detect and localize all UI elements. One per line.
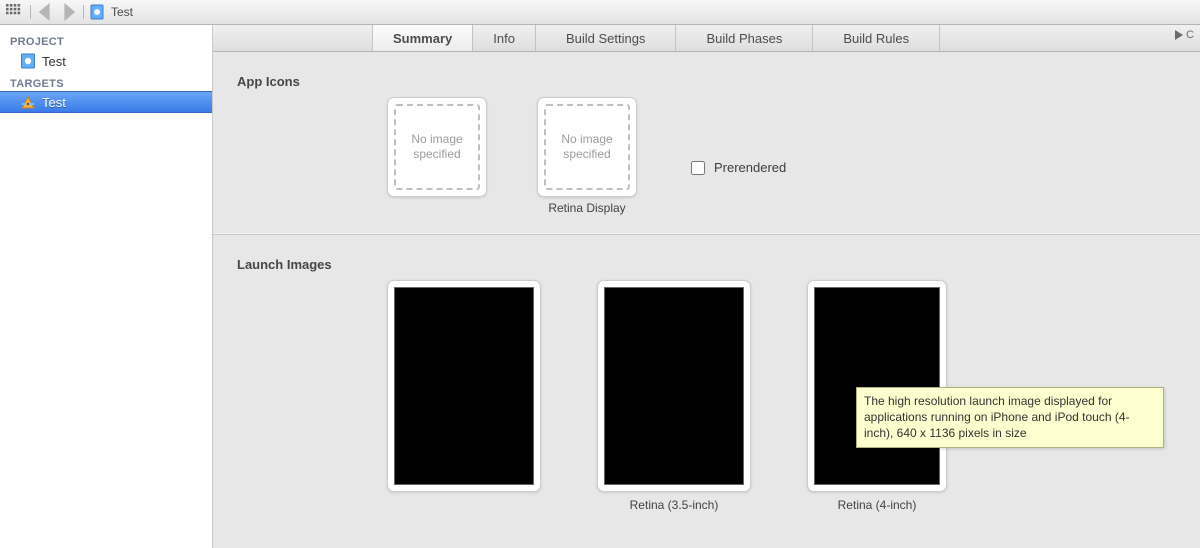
navigator-sidebar: PROJECT Test TARGETS Test	[0, 25, 213, 548]
launch-image-preview	[814, 287, 940, 485]
app-icon-well-retina[interactable]: No image specified	[537, 97, 637, 197]
tooltip: The high resolution launch image display…	[856, 387, 1164, 448]
sidebar-heading-targets: TARGETS	[0, 72, 212, 92]
run-indicator-label: C	[1186, 29, 1194, 41]
editor-main: Summary Info Build Settings Build Phases…	[213, 25, 1200, 548]
back-icon[interactable]	[37, 4, 55, 20]
well-caption: Retina (3.5-inch)	[630, 498, 719, 513]
target-tabbar: Summary Info Build Settings Build Phases…	[213, 25, 1200, 52]
run-indicator[interactable]: C	[1174, 29, 1194, 41]
breadcrumb-bar: Test	[0, 0, 1200, 25]
divider	[30, 5, 31, 19]
project-file-icon	[20, 53, 36, 69]
tab-summary[interactable]: Summary	[372, 25, 473, 51]
launch-image-well-retina4[interactable]	[807, 280, 947, 492]
app-target-icon	[20, 94, 36, 110]
app-icon-well-standard[interactable]: No image specified	[387, 97, 487, 197]
section-app-icons: App Icons No image specified No image sp…	[213, 52, 1200, 235]
tab-info[interactable]: Info	[472, 25, 536, 51]
sidebar-item-label: Test	[42, 95, 66, 110]
divider	[83, 5, 84, 19]
launch-image-preview	[394, 287, 534, 485]
launch-image-well-retina35[interactable]	[597, 280, 751, 492]
placeholder-text: No image specified	[396, 132, 478, 162]
launch-image-preview	[604, 287, 744, 485]
sidebar-project-item[interactable]: Test	[0, 50, 212, 72]
prerendered-checkbox[interactable]	[691, 161, 705, 175]
section-title: Launch Images	[237, 257, 1176, 272]
prerendered-label: Prerendered	[714, 160, 786, 175]
project-file-icon	[90, 4, 104, 20]
related-files-icon[interactable]	[6, 4, 24, 20]
well-caption: Retina Display	[548, 201, 625, 216]
launch-image-well-standard[interactable]	[387, 280, 541, 492]
sidebar-target-item[interactable]: Test	[0, 91, 212, 113]
sidebar-heading-project: PROJECT	[0, 30, 212, 50]
placeholder-text: No image specified	[546, 132, 628, 162]
breadcrumb-project[interactable]: Test	[111, 5, 133, 19]
tab-build-rules[interactable]: Build Rules	[812, 25, 940, 51]
well-caption: Retina (4-inch)	[838, 498, 917, 513]
tab-build-settings[interactable]: Build Settings	[535, 25, 677, 51]
section-launch-images: Launch Images Retina (3.5-inch)	[213, 235, 1200, 531]
section-title: App Icons	[237, 74, 1176, 89]
prerendered-checkbox-row: Prerendered	[687, 158, 786, 178]
tab-build-phases[interactable]: Build Phases	[675, 25, 813, 51]
sidebar-item-label: Test	[42, 54, 66, 69]
summary-content: App Icons No image specified No image sp…	[213, 52, 1200, 548]
forward-icon[interactable]	[59, 4, 77, 20]
